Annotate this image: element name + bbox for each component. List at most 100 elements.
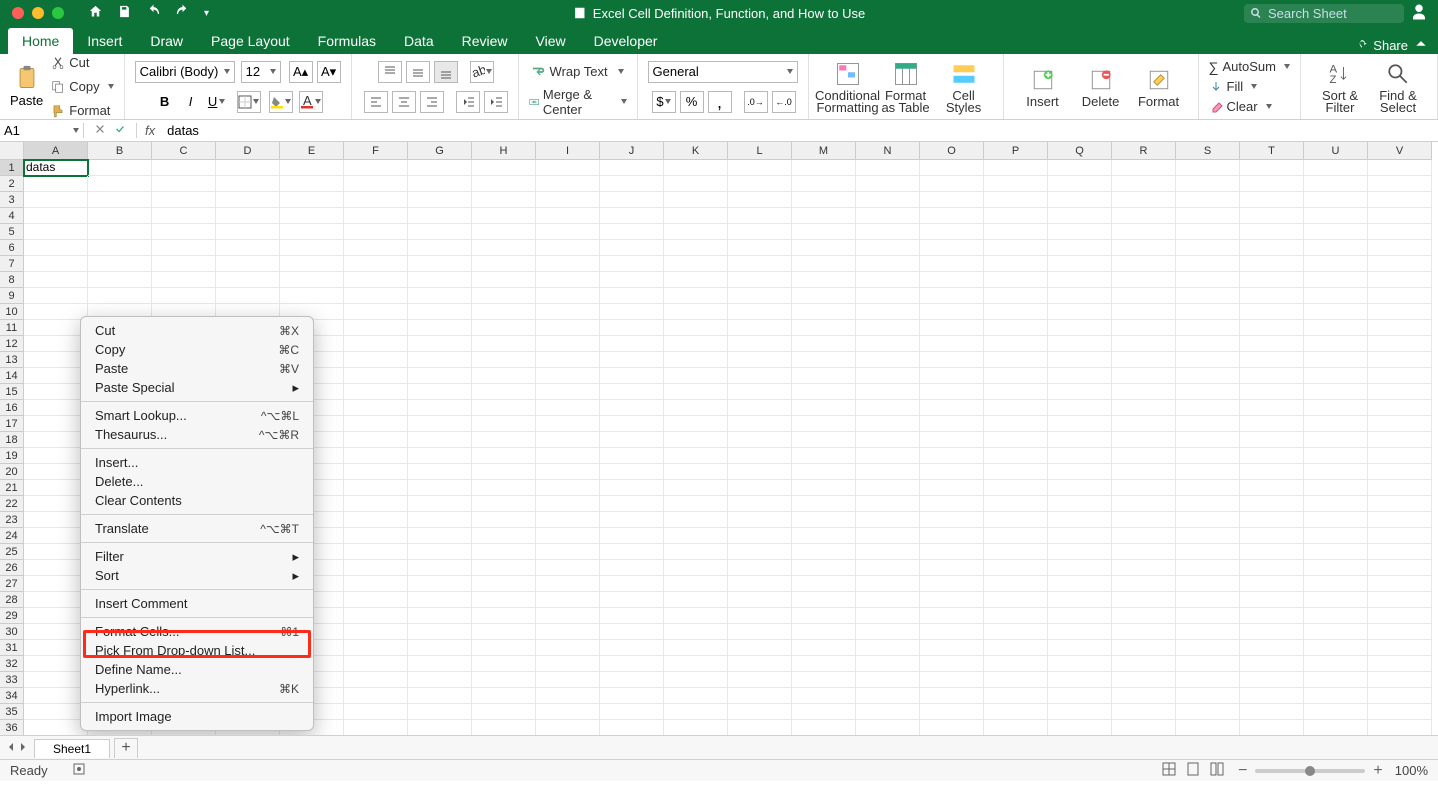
cell-H27[interactable] (472, 576, 536, 592)
cell-R36[interactable] (1112, 720, 1176, 736)
cell-I28[interactable] (536, 592, 600, 608)
cell-G29[interactable] (408, 608, 472, 624)
cell-J25[interactable] (600, 544, 664, 560)
cell-J15[interactable] (600, 384, 664, 400)
cell-O6[interactable] (920, 240, 984, 256)
cell-K21[interactable] (664, 480, 728, 496)
col-header-Q[interactable]: Q (1048, 142, 1112, 160)
cell-U6[interactable] (1304, 240, 1368, 256)
cell-E7[interactable] (280, 256, 344, 272)
cell-K3[interactable] (664, 192, 728, 208)
cell-L2[interactable] (728, 176, 792, 192)
cell-Q34[interactable] (1048, 688, 1112, 704)
cell-O11[interactable] (920, 320, 984, 336)
cell-L28[interactable] (728, 592, 792, 608)
cell-T35[interactable] (1240, 704, 1304, 720)
cell-P1[interactable] (984, 160, 1048, 176)
col-header-T[interactable]: T (1240, 142, 1304, 160)
cell-M19[interactable] (792, 448, 856, 464)
row-header-13[interactable]: 13 (0, 352, 24, 368)
cell-M12[interactable] (792, 336, 856, 352)
cell-G25[interactable] (408, 544, 472, 560)
cell-K14[interactable] (664, 368, 728, 384)
cell-H21[interactable] (472, 480, 536, 496)
cell-Q13[interactable] (1048, 352, 1112, 368)
fx-label[interactable]: fx (137, 123, 163, 138)
cell-K35[interactable] (664, 704, 728, 720)
cell-B4[interactable] (88, 208, 152, 224)
cell-A36[interactable] (24, 720, 88, 736)
cell-I26[interactable] (536, 560, 600, 576)
cell-E4[interactable] (280, 208, 344, 224)
cell-G8[interactable] (408, 272, 472, 288)
cell-A17[interactable] (24, 416, 88, 432)
cell-T17[interactable] (1240, 416, 1304, 432)
cell-F8[interactable] (344, 272, 408, 288)
cell-M31[interactable] (792, 640, 856, 656)
cell-M5[interactable] (792, 224, 856, 240)
tab-insert[interactable]: Insert (73, 28, 136, 54)
cell-Q30[interactable] (1048, 624, 1112, 640)
cell-J7[interactable] (600, 256, 664, 272)
cell-H15[interactable] (472, 384, 536, 400)
cell-R23[interactable] (1112, 512, 1176, 528)
cell-D3[interactable] (216, 192, 280, 208)
cell-Q33[interactable] (1048, 672, 1112, 688)
cell-N5[interactable] (856, 224, 920, 240)
cell-H3[interactable] (472, 192, 536, 208)
cell-U29[interactable] (1304, 608, 1368, 624)
cell-M10[interactable] (792, 304, 856, 320)
cell-F23[interactable] (344, 512, 408, 528)
cell-K17[interactable] (664, 416, 728, 432)
cell-G24[interactable] (408, 528, 472, 544)
cell-K18[interactable] (664, 432, 728, 448)
font-size-combobox[interactable]: 12 (241, 61, 281, 83)
cell-V29[interactable] (1368, 608, 1432, 624)
cell-L19[interactable] (728, 448, 792, 464)
cell-T36[interactable] (1240, 720, 1304, 736)
cell-N35[interactable] (856, 704, 920, 720)
cell-styles-button[interactable]: Cell Styles (935, 60, 993, 114)
col-header-S[interactable]: S (1176, 142, 1240, 160)
cell-O3[interactable] (920, 192, 984, 208)
cell-K4[interactable] (664, 208, 728, 224)
cell-U27[interactable] (1304, 576, 1368, 592)
cell-Q24[interactable] (1048, 528, 1112, 544)
tab-home[interactable]: Home (8, 28, 73, 54)
cell-L6[interactable] (728, 240, 792, 256)
cell-S26[interactable] (1176, 560, 1240, 576)
decrease-decimal-button[interactable]: ←.0 (772, 91, 796, 113)
cell-P31[interactable] (984, 640, 1048, 656)
cell-R1[interactable] (1112, 160, 1176, 176)
cell-G22[interactable] (408, 496, 472, 512)
cell-O5[interactable] (920, 224, 984, 240)
cell-R20[interactable] (1112, 464, 1176, 480)
cell-P30[interactable] (984, 624, 1048, 640)
cell-N4[interactable] (856, 208, 920, 224)
cell-R18[interactable] (1112, 432, 1176, 448)
cell-S11[interactable] (1176, 320, 1240, 336)
cell-K24[interactable] (664, 528, 728, 544)
row-header-31[interactable]: 31 (0, 640, 24, 656)
cell-L9[interactable] (728, 288, 792, 304)
autosum-button[interactable]: ∑AutoSum (1209, 58, 1290, 76)
cell-L4[interactable] (728, 208, 792, 224)
col-header-M[interactable]: M (792, 142, 856, 160)
cell-F18[interactable] (344, 432, 408, 448)
worksheet-grid[interactable]: ABCDEFGHIJKLMNOPQRSTUV 12345678910111213… (0, 142, 1438, 736)
cell-A14[interactable] (24, 368, 88, 384)
cell-T32[interactable] (1240, 656, 1304, 672)
sort-filter-button[interactable]: AZSort & Filter (1311, 60, 1369, 114)
cell-P24[interactable] (984, 528, 1048, 544)
cell-N36[interactable] (856, 720, 920, 736)
cell-Q5[interactable] (1048, 224, 1112, 240)
cell-P13[interactable] (984, 352, 1048, 368)
cell-N17[interactable] (856, 416, 920, 432)
cell-J6[interactable] (600, 240, 664, 256)
cm-hyperlink[interactable]: Hyperlink...⌘K (81, 679, 313, 698)
cell-C7[interactable] (152, 256, 216, 272)
cell-R19[interactable] (1112, 448, 1176, 464)
cancel-formula-icon[interactable] (94, 123, 106, 138)
cell-S25[interactable] (1176, 544, 1240, 560)
cell-I8[interactable] (536, 272, 600, 288)
